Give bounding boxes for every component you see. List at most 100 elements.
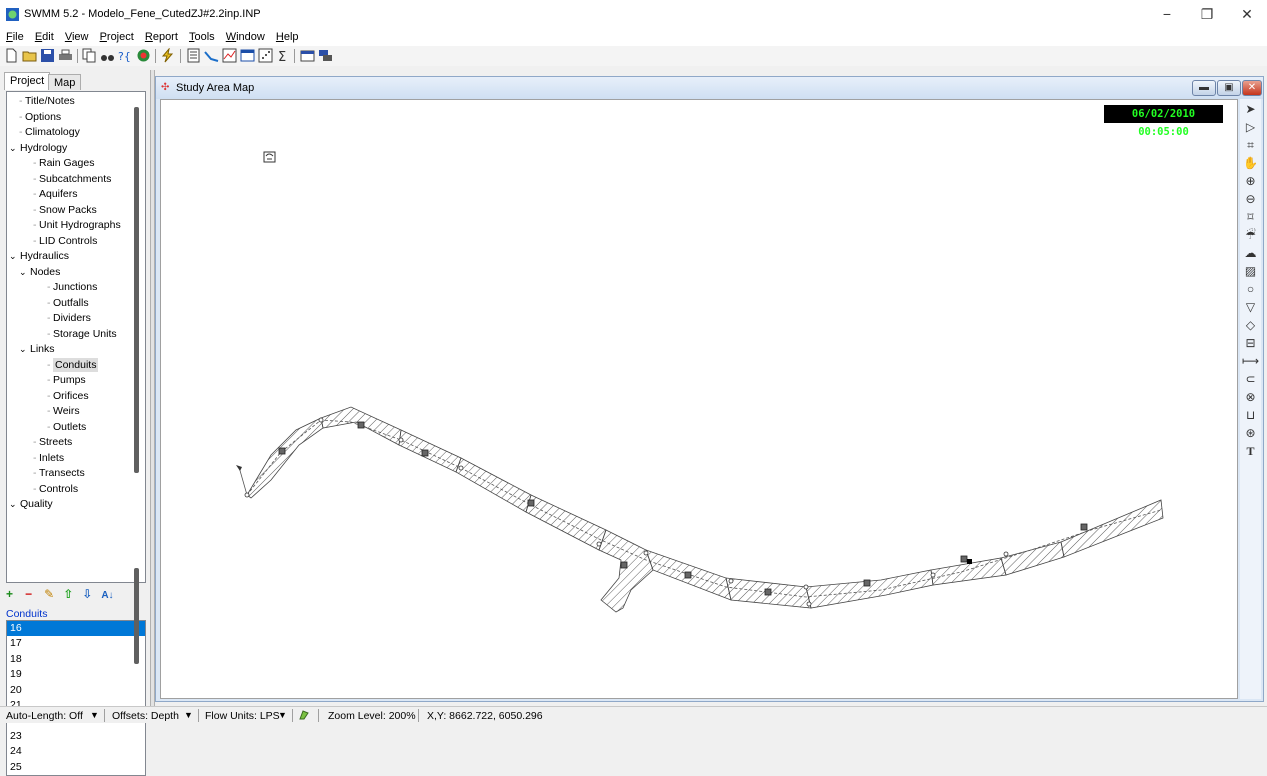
conduit-icon[interactable]: ⟼: [1242, 353, 1259, 369]
pan-icon[interactable]: ✋: [1242, 155, 1259, 171]
storage-icon[interactable]: ⊟: [1242, 335, 1259, 351]
overview-icon[interactable]: [136, 48, 151, 63]
divider-icon[interactable]: ◇: [1242, 317, 1259, 333]
new-file-icon[interactable]: [4, 48, 19, 63]
menu-view[interactable]: View: [65, 28, 89, 46]
list-item[interactable]: 25: [7, 760, 145, 775]
tree-item-weirs[interactable]: Weirs: [53, 404, 80, 418]
list-item[interactable]: 24: [7, 744, 145, 759]
menu-help[interactable]: Help: [276, 28, 299, 46]
add-object-button[interactable]: +: [6, 587, 18, 601]
tree-item-nodes[interactable]: Nodes: [30, 265, 60, 279]
menu-window[interactable]: Window: [226, 28, 265, 46]
tree-expand-chevron-icon[interactable]: ⌄: [9, 249, 17, 263]
list-item[interactable]: 18: [7, 652, 145, 667]
storage-shape-icon[interactable]: ▨: [1242, 263, 1259, 279]
move-down-button[interactable]: ⇩: [82, 587, 94, 601]
copy-icon[interactable]: [82, 48, 97, 63]
options-icon[interactable]: [300, 48, 315, 63]
sort-button[interactable]: A↓: [101, 590, 113, 601]
tree-item-transects[interactable]: Transects: [39, 466, 85, 480]
edit-object-button[interactable]: ✎: [44, 587, 56, 601]
tree-expand-chevron-icon[interactable]: ⌄: [19, 265, 27, 279]
tree-item-outlets[interactable]: Outlets: [53, 420, 86, 434]
select-vertex-icon[interactable]: ⌗: [1242, 137, 1259, 153]
tree-item-outfalls[interactable]: Outfalls: [53, 296, 89, 310]
rain-gage-icon[interactable]: ☔: [1242, 227, 1259, 243]
auto-length-dropdown-icon[interactable]: ▼: [90, 710, 99, 720]
map-close-button[interactable]: ✕: [1242, 80, 1262, 96]
tree-expand-chevron-icon[interactable]: ⌄: [9, 497, 17, 511]
tree-item-junctions[interactable]: Junctions: [53, 280, 97, 294]
close-button[interactable]: ✕: [1227, 4, 1267, 24]
offsets-dropdown-icon[interactable]: ▼: [184, 710, 193, 720]
print-icon[interactable]: [58, 48, 73, 63]
graph-icon[interactable]: [222, 48, 237, 63]
move-up-button[interactable]: ⇧: [63, 587, 75, 601]
offsets-status[interactable]: Offsets: Depth: [112, 710, 179, 722]
tree-item-links[interactable]: Links: [30, 342, 55, 356]
menu-report[interactable]: Report: [145, 28, 178, 46]
text-icon[interactable]: T: [1242, 443, 1259, 459]
pump-icon[interactable]: ⊂: [1242, 371, 1259, 387]
tree-expand-chevron-icon[interactable]: ⌄: [19, 342, 27, 356]
tree-item-conduits[interactable]: Conduits: [53, 357, 99, 372]
tab-project[interactable]: Project: [4, 72, 51, 90]
tree-item-aquifers[interactable]: Aquifers: [39, 187, 78, 201]
map-minimize-button[interactable]: ▬: [1192, 80, 1216, 96]
tree-item-snow-packs[interactable]: Snow Packs: [39, 203, 97, 217]
subcatchment-polygons[interactable]: [246, 406, 1164, 613]
menu-tools[interactable]: Tools: [189, 28, 215, 46]
list-item[interactable]: 23: [7, 729, 145, 744]
rain-gage-symbol[interactable]: [263, 151, 276, 163]
tree-item-climatology[interactable]: Climatology: [25, 125, 80, 139]
run-icon[interactable]: [160, 48, 175, 63]
outfall-icon[interactable]: ▽: [1242, 299, 1259, 315]
map-restore-button[interactable]: ▣: [1217, 80, 1241, 96]
tree-item-inlets[interactable]: Inlets: [39, 451, 64, 465]
list-scrollbar[interactable]: [134, 568, 139, 664]
tree-item-quality[interactable]: Quality: [20, 497, 53, 511]
tree-item-orifices[interactable]: Orifices: [53, 389, 89, 403]
map-canvas[interactable]: [160, 99, 1238, 699]
menu-edit[interactable]: Edit: [35, 28, 54, 46]
tree-item-dividers[interactable]: Dividers: [53, 311, 91, 325]
junction-icon[interactable]: ○: [1242, 281, 1259, 297]
storage-node[interactable]: [967, 559, 972, 564]
report-icon[interactable]: [186, 48, 201, 63]
full-extent-icon[interactable]: ⌑: [1242, 209, 1259, 225]
tree-item-rain-gages[interactable]: Rain Gages: [39, 156, 94, 170]
tree-item-hydraulics[interactable]: Hydraulics: [20, 249, 69, 263]
flow-units-status[interactable]: Flow Units: LPS: [205, 710, 280, 722]
tree-item-options[interactable]: Options: [25, 110, 61, 124]
delete-object-button[interactable]: −: [25, 587, 37, 601]
tree-item-controls[interactable]: Controls: [39, 482, 78, 496]
menu-file[interactable]: File: [6, 28, 24, 46]
zoom-in-icon[interactable]: ⊕: [1242, 173, 1259, 189]
zoom-out-icon[interactable]: ⊖: [1242, 191, 1259, 207]
tree-item-subcatchments[interactable]: Subcatchments: [39, 172, 111, 186]
network-drawing[interactable]: [161, 100, 1239, 700]
list-item[interactable]: 19: [7, 667, 145, 682]
tree-expand-chevron-icon[interactable]: ⌄: [9, 141, 17, 155]
maximize-button[interactable]: ❐: [1187, 4, 1227, 24]
flow-units-dropdown-icon[interactable]: ▼: [278, 710, 287, 720]
list-item[interactable]: 17: [7, 636, 145, 651]
weir-icon[interactable]: ⊔: [1242, 407, 1259, 423]
tab-map[interactable]: Map: [48, 74, 82, 90]
statistics-icon[interactable]: Σ: [276, 48, 291, 63]
find-icon[interactable]: [100, 48, 115, 63]
list-item[interactable]: 20: [7, 683, 145, 698]
tree-item-hydrology[interactable]: Hydrology: [20, 141, 67, 155]
outfall-symbol[interactable]: [236, 465, 242, 471]
tree-scrollbar[interactable]: [134, 107, 139, 473]
save-icon[interactable]: [40, 48, 55, 63]
list-item[interactable]: 16: [7, 621, 145, 637]
orifice-icon[interactable]: ⊗: [1242, 389, 1259, 405]
menu-project[interactable]: Project: [100, 28, 134, 46]
query-icon[interactable]: ?{: [118, 48, 133, 63]
subcatchment-icon[interactable]: ☁: [1242, 245, 1259, 261]
table-icon[interactable]: [240, 48, 255, 63]
outlet-icon[interactable]: ⊛: [1242, 425, 1259, 441]
select-region-icon[interactable]: ▷: [1242, 119, 1259, 135]
